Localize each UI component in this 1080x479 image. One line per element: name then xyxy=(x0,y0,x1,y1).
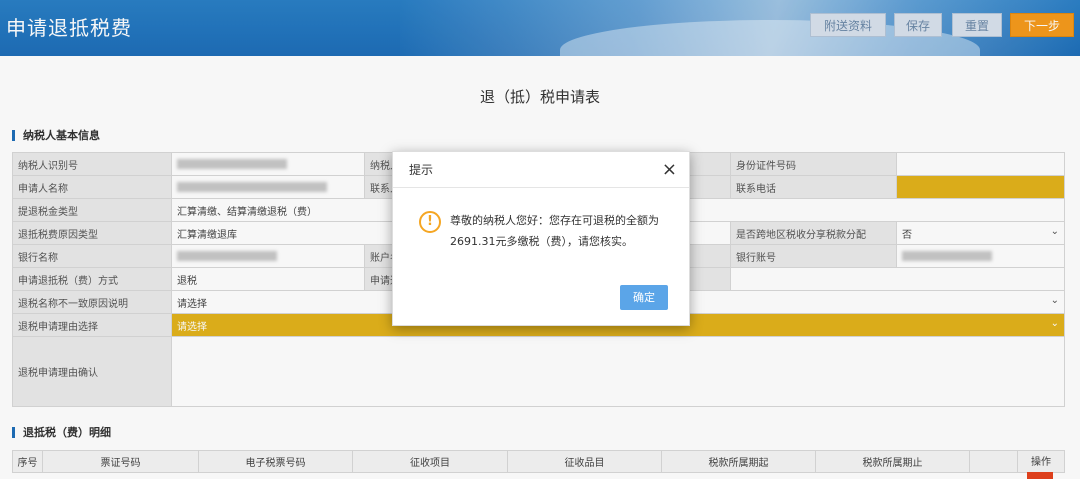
alert-dialog: 提示 × ! 尊敬的纳税人您好：您存在可退税的全额为2691.31元多缴税（费）… xyxy=(392,151,690,326)
confirm-button[interactable]: 确定 xyxy=(620,285,668,310)
close-icon[interactable]: × xyxy=(662,152,677,188)
dialog-message: 尊敬的纳税人您好：您存在可退税的全额为2691.31元多缴税（费），请您核实。 xyxy=(450,214,659,248)
warning-icon: ! xyxy=(419,211,441,233)
dialog-title: 提示 xyxy=(409,163,434,177)
dialog-header: 提示 × xyxy=(393,152,689,188)
